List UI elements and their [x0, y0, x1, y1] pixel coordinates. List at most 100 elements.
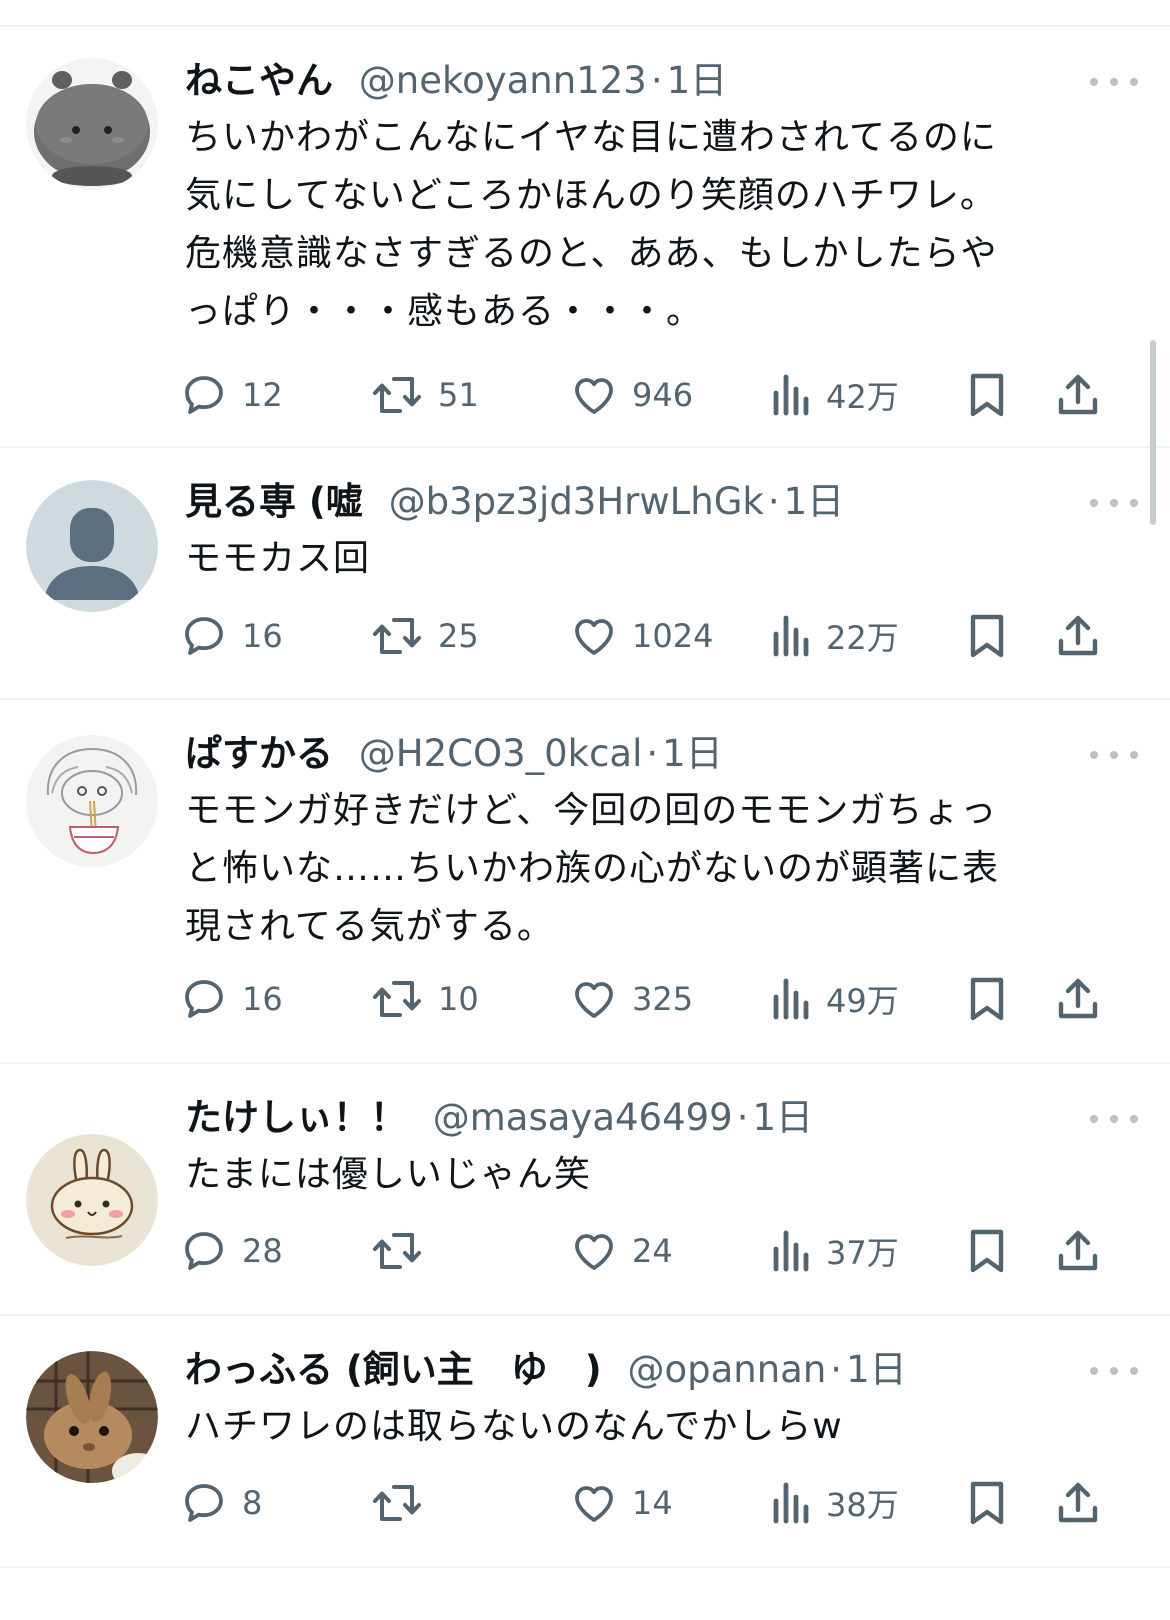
user-handle[interactable]: @b3pz3jd3HrwLhGk	[389, 480, 764, 523]
more-icon[interactable]	[1090, 70, 1138, 94]
scrollbar[interactable]	[1150, 340, 1156, 525]
timestamp[interactable]: 1日	[662, 732, 723, 775]
tweet-4[interactable]: たけしぃ！！ @masaya46499 · 1日 たまには優しいじゃん笑 28 24…	[0, 1064, 1170, 1314]
more-icon[interactable]	[1090, 491, 1138, 515]
avatar[interactable]	[26, 1351, 158, 1483]
share-button[interactable]	[1055, 606, 1101, 666]
like-count: 14	[632, 1484, 673, 1522]
share-button[interactable]	[1055, 969, 1101, 1029]
reply-count: 16	[242, 980, 283, 1018]
tweet-header: わっふる (飼い主 ゆ ) @opannan · 1日	[185, 1344, 1060, 1396]
share-button[interactable]	[1055, 365, 1101, 425]
views-button[interactable]: 42万	[770, 365, 899, 425]
avatar[interactable]	[26, 58, 158, 190]
reply-count: 16	[242, 617, 283, 655]
like-button[interactable]: 325	[570, 969, 693, 1029]
tweet-5[interactable]: わっふる (飼い主 ゆ ) @opannan · 1日 ハチワレのは取らないのなんで…	[0, 1316, 1170, 1566]
views-count: 38万	[826, 1486, 899, 1524]
reply-button[interactable]: 8	[180, 1473, 262, 1533]
retweet-button[interactable]: 10	[370, 969, 479, 1029]
avatar[interactable]	[26, 735, 158, 867]
views-button[interactable]: 49万	[770, 969, 899, 1029]
retweet-icon	[373, 1233, 421, 1269]
share-icon	[1058, 615, 1098, 656]
heart-icon	[575, 619, 613, 655]
tweet-divider	[0, 1566, 1170, 1568]
retweet-button[interactable]	[370, 1473, 438, 1533]
share-button[interactable]	[1055, 1473, 1101, 1533]
views-chart-icon	[773, 615, 809, 657]
views-button[interactable]: 38万	[770, 1473, 899, 1533]
separator-dot: ·	[650, 59, 663, 102]
retweet-count: 25	[438, 617, 479, 655]
user-handle[interactable]: @masaya46499	[433, 1096, 733, 1139]
like-button[interactable]: 946	[570, 365, 693, 425]
retweet-button[interactable]	[370, 1221, 438, 1281]
display-name[interactable]: 見る専 (嘘	[185, 480, 363, 523]
tweet-text: モモカス回	[185, 538, 371, 579]
user-handle[interactable]: @opannan	[627, 1348, 826, 1391]
heart-icon	[575, 378, 613, 414]
user-handle[interactable]: @H2CO3_0kcal	[359, 732, 643, 775]
tweet-text: たまには優しいじゃん笑	[185, 1154, 591, 1195]
bookmark-button[interactable]	[965, 365, 1009, 425]
retweet-button[interactable]: 25	[370, 606, 479, 666]
like-button[interactable]: 24	[570, 1221, 673, 1281]
reply-icon	[185, 980, 223, 1018]
tweet-header: ぱすかる @H2CO3_0kcal · 1日	[185, 728, 1060, 780]
reply-button[interactable]: 16	[180, 969, 283, 1029]
bookmark-button[interactable]	[965, 1221, 1009, 1281]
tweet-header: 見る専 (嘘 @b3pz3jd3HrwLhGk · 1日	[185, 476, 1060, 528]
timestamp[interactable]: 1日	[784, 480, 845, 523]
separator-dot: ·	[736, 1096, 749, 1139]
display-name[interactable]: ぱすかる	[185, 732, 333, 775]
more-icon[interactable]	[1090, 1359, 1138, 1383]
tweet-text: ハチワレのは取らないのなんでかしらw	[185, 1406, 843, 1447]
tweet-1[interactable]: ねこやん @nekoyann123 · 1日 ちいかわがこんなにイヤな目に遭わされて…	[0, 0, 1170, 446]
bookmark-button[interactable]	[965, 1473, 1009, 1533]
action-bar: 28 24 37万	[180, 1221, 1140, 1281]
display-name[interactable]: わっふる (飼い主 ゆ )	[185, 1348, 602, 1391]
views-chart-icon	[773, 1230, 809, 1272]
reply-icon	[185, 1484, 223, 1522]
timestamp[interactable]: 1日	[667, 59, 728, 102]
reply-button[interactable]: 16	[180, 606, 283, 666]
views-count: 42万	[826, 378, 899, 416]
like-button[interactable]: 14	[570, 1473, 673, 1533]
timestamp[interactable]: 1日	[846, 1348, 907, 1391]
tweet-3[interactable]: ぱすかる @H2CO3_0kcal · 1日 モモンガ好きだけど、今回の回のモモンガ…	[0, 700, 1170, 1062]
reply-count: 12	[242, 376, 283, 414]
views-button[interactable]: 37万	[770, 1221, 899, 1281]
action-bar: 16 25 1024 22万	[180, 606, 1140, 666]
share-icon	[1058, 1230, 1098, 1271]
more-icon[interactable]	[1090, 1107, 1138, 1131]
tweet-text: モモンガ好きだけど、今回の回のモモンガちょっ と怖いな……ちいかわ族の心がないの…	[185, 790, 1000, 947]
views-count: 22万	[826, 619, 899, 657]
tweet-text: ちいかわがこんなにイヤな目に遭わされてるのに 気にしてないどころかほんのり笑顔の…	[185, 117, 998, 332]
user-handle[interactable]: @nekoyann123	[359, 59, 647, 102]
retweet-button[interactable]: 51	[370, 365, 479, 425]
like-button[interactable]: 1024	[570, 606, 713, 666]
more-icon[interactable]	[1090, 743, 1138, 767]
tweet-2[interactable]: 見る専 (嘘 @b3pz3jd3HrwLhGk · 1日 モモカス回 16 25 1…	[0, 448, 1170, 698]
avatar[interactable]	[26, 1134, 158, 1266]
heart-icon	[575, 1234, 613, 1270]
bookmark-icon	[970, 1229, 1004, 1273]
reply-button[interactable]: 12	[180, 365, 283, 425]
reply-button[interactable]: 28	[180, 1221, 283, 1281]
avatar[interactable]	[26, 480, 158, 612]
like-count: 1024	[632, 617, 714, 655]
share-button[interactable]	[1055, 1221, 1101, 1281]
timestamp[interactable]: 1日	[752, 1096, 813, 1139]
retweet-icon	[373, 981, 421, 1017]
bookmark-icon	[970, 614, 1004, 658]
reply-icon	[185, 617, 223, 655]
views-button[interactable]: 22万	[770, 606, 899, 666]
display-name[interactable]: たけしぃ！！	[185, 1096, 407, 1139]
action-bar: 16 10 325 49万	[180, 969, 1140, 1029]
bookmark-button[interactable]	[965, 606, 1009, 666]
retweet-icon	[373, 377, 421, 413]
display-name[interactable]: ねこやん	[185, 59, 333, 102]
bookmark-button[interactable]	[965, 969, 1009, 1029]
heart-icon	[575, 982, 613, 1018]
